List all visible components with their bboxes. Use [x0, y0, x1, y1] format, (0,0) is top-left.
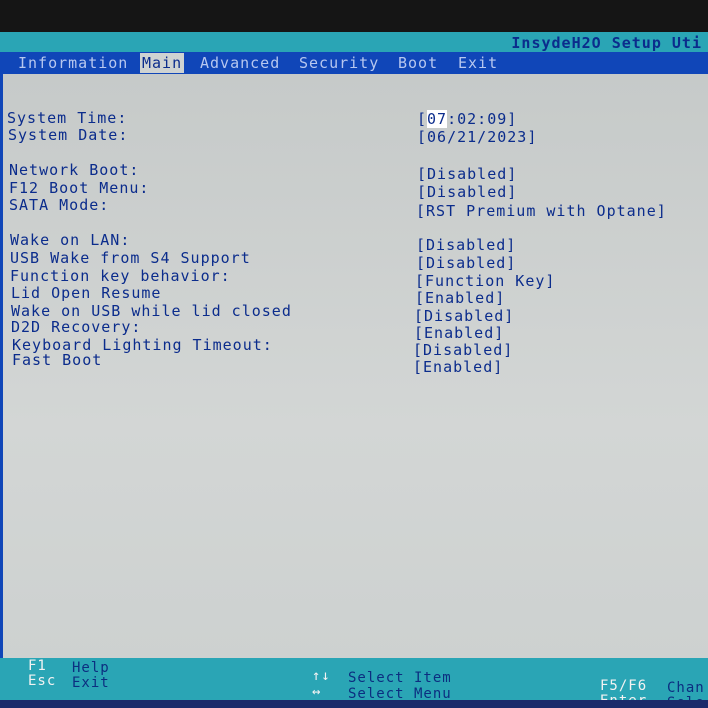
tab-advanced[interactable]: Advanced	[198, 53, 282, 73]
setting-label-usb-wake-s4: USB Wake from S4 Support	[10, 249, 251, 267]
setting-label-lid-open-resume: Lid Open Resume	[11, 284, 162, 302]
system-time-bracket: [	[417, 110, 428, 128]
product-title: InsydeH2O Setup Uti	[511, 34, 702, 52]
system-time-rest: :02:09]	[447, 110, 518, 128]
setting-value-keyboard-lighting-timeout[interactable]: [Disabled]	[413, 341, 513, 359]
setting-label-wake-on-lan: Wake on LAN:	[10, 231, 131, 249]
setting-label-system-date: System Date:	[8, 126, 129, 144]
help-desc-f5f6: Chan	[667, 680, 705, 696]
setting-value-d2d-recovery[interactable]: [Enabled]	[414, 324, 504, 342]
setting-value-wake-on-lan[interactable]: [Disabled]	[416, 236, 516, 254]
title-bar: InsydeH2O Setup Uti	[0, 32, 708, 52]
tab-security[interactable]: Security	[297, 53, 381, 73]
setting-value-lid-open-resume[interactable]: [Enabled]	[415, 289, 505, 307]
arrow-leftright-icon: ↔	[312, 684, 322, 700]
arrow-updown-icon: ↑↓	[312, 668, 331, 684]
menu-bar: Information Main Advanced Security Boot …	[0, 52, 708, 74]
tab-boot[interactable]: Boot	[396, 53, 440, 73]
setting-value-system-time[interactable]: [07:02:09]	[417, 110, 517, 128]
main-settings-panel: System Time: [07:02:09] System Date: [06…	[0, 74, 708, 660]
setting-value-fast-boot[interactable]: [Enabled]	[413, 358, 503, 376]
setting-label-function-key-behavior: Function key behavior:	[10, 267, 231, 285]
tab-main[interactable]: Main	[140, 53, 185, 73]
bottom-bezel-band	[0, 700, 708, 708]
help-key-f1: F1	[28, 658, 47, 674]
help-desc-updown: Select Item	[348, 670, 452, 686]
setting-value-f12-boot-menu[interactable]: [Disabled]	[417, 183, 517, 201]
system-time-hours-field[interactable]: 07	[427, 110, 448, 128]
bios-screen: InsydeH2O Setup Uti Information Main Adv…	[0, 32, 708, 708]
setting-label-network-boot: Network Boot:	[9, 161, 140, 179]
help-desc-f1: Help	[72, 660, 110, 676]
setting-value-usb-wake-s4[interactable]: [Disabled]	[416, 254, 516, 272]
setting-label-system-time: System Time:	[7, 109, 128, 127]
tab-information[interactable]: Information	[16, 53, 130, 73]
setting-value-network-boot[interactable]: [Disabled]	[417, 165, 517, 183]
setting-value-wake-on-usb-lid-closed[interactable]: [Disabled]	[414, 307, 514, 325]
setting-label-sata-mode: SATA Mode:	[9, 196, 110, 214]
setting-label-d2d-recovery: D2D Recovery:	[11, 318, 142, 336]
setting-value-sata-mode[interactable]: [RST Premium with Optane]	[416, 202, 667, 220]
setting-label-f12-boot-menu: F12 Boot Menu:	[9, 179, 150, 197]
help-key-f5f6: F5/F6	[600, 678, 648, 694]
setting-label-fast-boot: Fast Boot	[12, 351, 103, 369]
setting-value-system-date[interactable]: [06/21/2023]	[417, 128, 537, 146]
help-desc-esc: Exit	[72, 675, 110, 691]
help-key-esc: Esc	[28, 673, 57, 689]
tab-exit[interactable]: Exit	[456, 53, 500, 73]
setting-value-function-key-behavior[interactable]: [Function Key]	[415, 272, 555, 290]
